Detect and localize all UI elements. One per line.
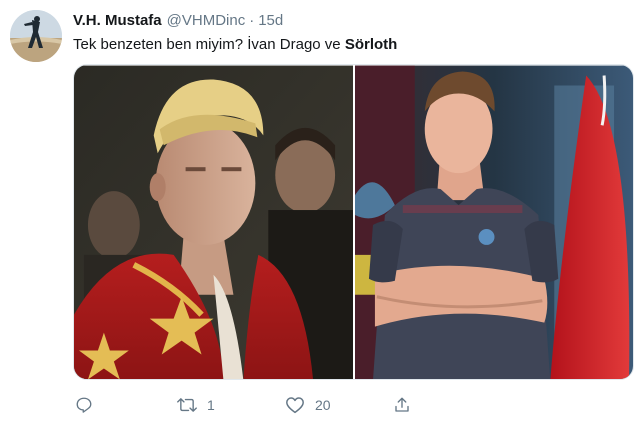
like-button[interactable]: 20 [285, 396, 331, 414]
media-grid[interactable] [73, 64, 634, 380]
tweet-text: Tek benzeten ben miyim? İvan Drago ve Sö… [73, 35, 397, 55]
reply-icon [76, 397, 92, 413]
photo-right[interactable] [355, 65, 633, 380]
retweet-count: 1 [207, 397, 215, 413]
tweet[interactable]: V.H. Mustafa @VHMDinc · 15d Tek benzeten… [0, 0, 640, 427]
retweet-icon [177, 398, 197, 412]
timestamp[interactable]: 15d [258, 12, 283, 29]
display-name[interactable]: V.H. Mustafa [73, 12, 162, 29]
heart-icon [286, 397, 304, 414]
separator-dot: · [249, 12, 255, 29]
tweet-text-plain: Tek benzeten ben miyim? İvan Drago ve [73, 36, 345, 53]
user-handle[interactable]: @VHMDinc [167, 12, 246, 29]
tweet-text-bold: Sörloth [344, 36, 398, 53]
like-count: 20 [315, 397, 331, 413]
avatar[interactable] [10, 10, 62, 62]
retweet-button[interactable]: 1 [177, 396, 215, 414]
photo-left[interactable] [74, 65, 353, 380]
reply-button[interactable] [75, 396, 103, 414]
tweet-header: V.H. Mustafa @VHMDinc · 15d [73, 12, 283, 32]
share-button[interactable] [393, 396, 411, 414]
avatar-image [10, 10, 62, 62]
tweet-actions: 1 20 [73, 396, 433, 418]
share-icon [395, 397, 409, 412]
